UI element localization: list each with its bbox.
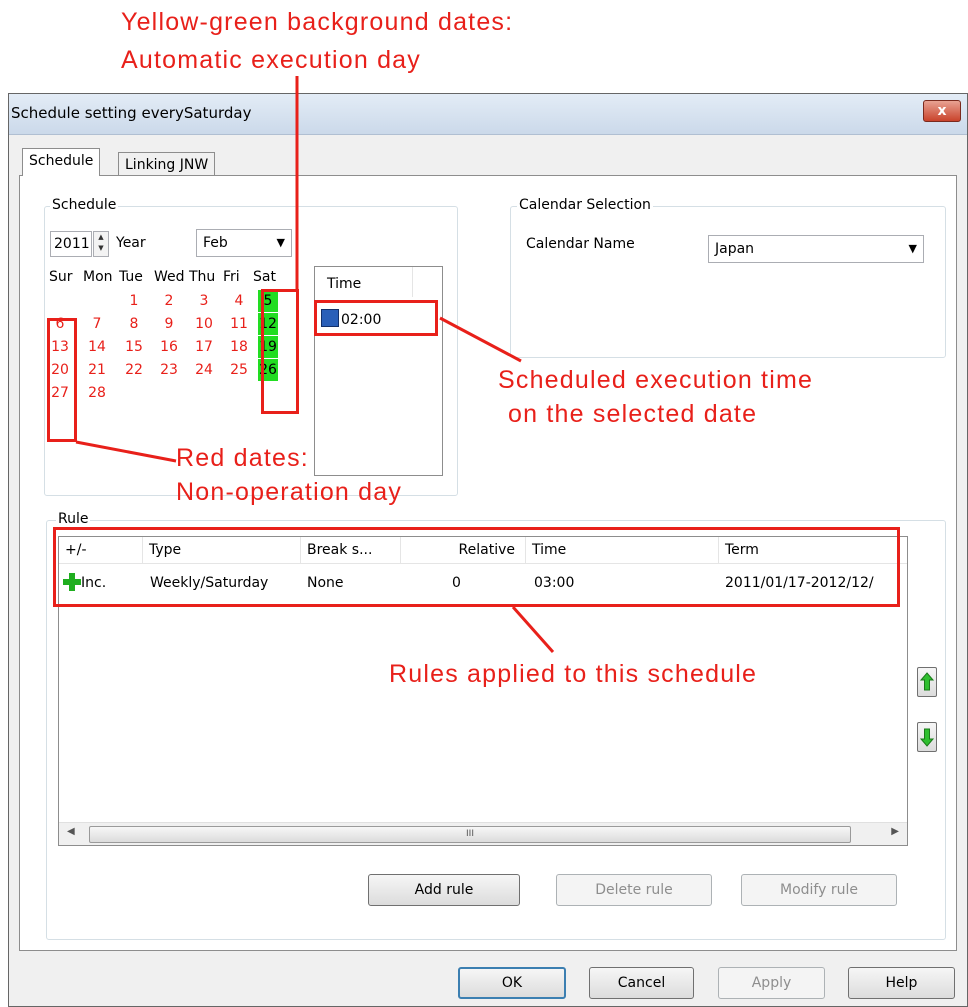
- callout-rules: Rules applied to this schedule: [389, 660, 758, 688]
- callout-red-line2: Non-operation day: [176, 478, 403, 506]
- tab-schedule[interactable]: Schedule: [22, 148, 101, 176]
- callout-red-line1: Red dates:: [176, 444, 309, 472]
- callout-time-line1: Scheduled execution time: [498, 366, 814, 394]
- callout-time-line2: on the selected date: [508, 400, 758, 428]
- callout-lines: [75, 76, 555, 653]
